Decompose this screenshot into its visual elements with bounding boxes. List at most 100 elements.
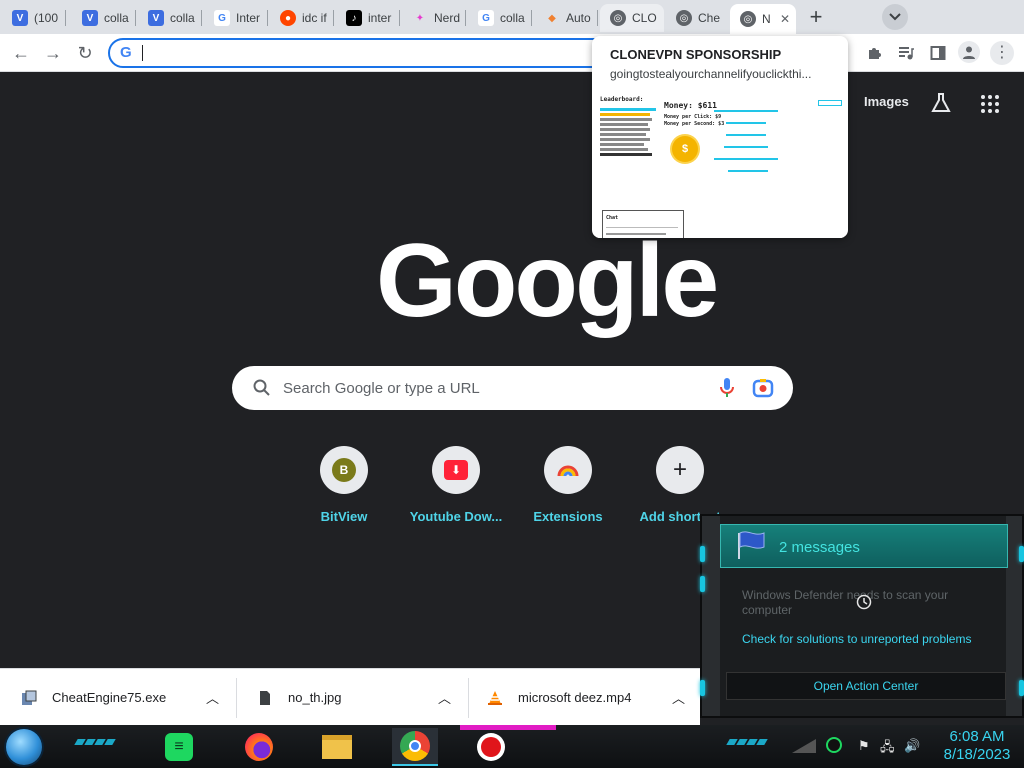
- back-button[interactable]: ←: [8, 41, 34, 65]
- plus-icon: +: [809, 4, 823, 29]
- apps-grid-icon: [981, 95, 999, 113]
- tab-active[interactable]: ◎ N ✕: [730, 4, 796, 34]
- flag-icon: [738, 531, 765, 559]
- google-lens-icon[interactable]: [752, 377, 774, 399]
- profile-button[interactable]: [958, 41, 980, 63]
- tab-label: CLO: [632, 11, 657, 25]
- automation-icon: ◆: [548, 12, 556, 24]
- tab-label: colla: [170, 11, 195, 25]
- tab-0[interactable]: V (100: [2, 4, 66, 32]
- action-center-flag-icon[interactable]: ⚑: [858, 738, 870, 754]
- network-icon[interactable]: 🖧: [880, 738, 895, 760]
- tab-10[interactable]: ◎ Che: [666, 4, 730, 32]
- system-clock[interactable]: 6:08 AM 8/18/2023: [932, 728, 1022, 764]
- shortcut-label: Extensions: [533, 509, 603, 524]
- clock-time: 6:08 AM: [949, 728, 1005, 745]
- images-link[interactable]: Images: [864, 94, 909, 109]
- download-shelf: CheatEngine75.exe ︿ no_th.jpg ︿ microsof…: [0, 668, 700, 725]
- chevron-up-icon[interactable]: ︿: [438, 669, 451, 726]
- tab-6[interactable]: ✦ Nerd: [402, 4, 466, 32]
- tab-8[interactable]: ◆ Auto: [534, 4, 598, 32]
- download-item-no-th[interactable]: no_th.jpg: [256, 669, 342, 726]
- labs-button[interactable]: [930, 92, 952, 119]
- arrow-left-icon: ←: [12, 42, 30, 63]
- extensions-button[interactable]: [864, 43, 884, 63]
- download-box-icon: ⬇: [444, 460, 468, 480]
- download-item-cheatengine[interactable]: CheatEngine75.exe: [20, 669, 166, 726]
- microphone-icon[interactable]: [718, 377, 736, 399]
- media-control-button[interactable]: [896, 43, 916, 63]
- shortcut-youtube-downloader[interactable]: ⬇ Youtube Dow...: [400, 446, 512, 524]
- side-panel-button[interactable]: [928, 43, 948, 63]
- accent-light: [700, 680, 705, 696]
- google-icon: G: [478, 10, 494, 26]
- chevron-up-icon[interactable]: ︿: [672, 669, 685, 726]
- accent-light: [700, 576, 705, 592]
- browser-toolbar: ← → ↻ G ⋮: [0, 34, 1024, 72]
- apps-button[interactable]: [980, 94, 1000, 119]
- tab-4[interactable]: ● idc if: [270, 4, 334, 32]
- volume-icon[interactable]: 🔊: [904, 738, 920, 754]
- taskbar-recorder[interactable]: [468, 728, 514, 766]
- open-action-center-button[interactable]: Open Action Center: [726, 672, 1006, 700]
- shortcut-bitview[interactable]: B BitView: [288, 446, 400, 524]
- download-filename: CheatEngine75.exe: [52, 690, 167, 705]
- tab-1[interactable]: V colla: [72, 4, 136, 32]
- tab-9[interactable]: ◎ CLO: [600, 4, 664, 32]
- v-logo-icon: V: [148, 10, 164, 26]
- tray-status-icon[interactable]: [826, 737, 842, 756]
- shortcut-tile: [544, 446, 592, 494]
- search-placeholder: Search Google or type a URL: [283, 380, 480, 397]
- taskbar-firefox[interactable]: [236, 728, 282, 766]
- shortcut-extensions[interactable]: Extensions: [512, 446, 624, 524]
- taskbar-chrome[interactable]: [392, 728, 438, 766]
- tab-5[interactable]: ♪ inter: [336, 4, 400, 32]
- reddit-icon: ●: [280, 10, 296, 26]
- new-tab-button[interactable]: +: [802, 4, 830, 30]
- tab-label: Auto: [566, 11, 591, 25]
- tab-search-button[interactable]: [882, 4, 908, 30]
- network-bars-icon[interactable]: [792, 739, 816, 753]
- chrome-rainbow-icon: [557, 465, 579, 477]
- download-item-microsoft-deez[interactable]: microsoft deez.mp4: [486, 669, 631, 726]
- spotify-icon: ≡: [165, 733, 193, 761]
- messages-count: 2 messages: [779, 539, 860, 556]
- tab-label: N: [762, 12, 771, 26]
- tab-7[interactable]: G colla: [468, 4, 532, 32]
- messages-header[interactable]: 2 messages: [720, 524, 1008, 568]
- chrome-icon: ◎: [740, 11, 756, 27]
- shortcut-label: BitView: [320, 509, 368, 524]
- chevron-up-icon[interactable]: ︿: [206, 669, 219, 726]
- search-box[interactable]: Search Google or type a URL: [232, 366, 793, 410]
- file-icon: [256, 689, 274, 707]
- tab-2[interactable]: V colla: [138, 4, 202, 32]
- folder-icon: [322, 735, 352, 759]
- taskbar-spotify[interactable]: ≡: [156, 728, 202, 766]
- tab-label: colla: [104, 11, 129, 25]
- action-center-flyout: 2 messages Windows Defender needs to sca…: [700, 514, 1024, 718]
- download-filename: microsoft deez.mp4: [518, 690, 632, 705]
- menu-button[interactable]: ⋮: [990, 41, 1014, 65]
- reload-icon: ↻: [77, 42, 93, 63]
- shortcut-tile: ⬇: [432, 446, 480, 494]
- taskbar-file-explorer[interactable]: [314, 728, 360, 766]
- hover-card-url: goingtostealyourchannelifyouclickthi...: [610, 67, 812, 81]
- forward-button[interactable]: →: [40, 41, 66, 65]
- recording-indicator-bar: [460, 725, 556, 730]
- google-icon: G: [214, 10, 230, 26]
- preview-money: Money: $611: [664, 101, 717, 110]
- start-button[interactable]: [6, 729, 42, 765]
- clock-icon: [856, 594, 872, 610]
- record-icon: [477, 733, 505, 761]
- tab-strip: V (100 V colla V colla G Inter ● idc if …: [0, 0, 1024, 34]
- bitview-icon: B: [332, 458, 356, 482]
- accent-light: [1019, 680, 1024, 696]
- reload-button[interactable]: ↻: [72, 41, 98, 65]
- add-shortcut-button[interactable]: + Add shortcut: [624, 446, 736, 524]
- shortcut-tile: B: [320, 446, 368, 494]
- close-icon[interactable]: ✕: [780, 12, 790, 26]
- preview-chat-box: Chat: [602, 210, 684, 238]
- message-unreported-problems[interactable]: Check for solutions to unreported proble…: [742, 632, 971, 646]
- tab-3[interactable]: G Inter: [204, 4, 268, 32]
- flask-icon: [931, 93, 951, 112]
